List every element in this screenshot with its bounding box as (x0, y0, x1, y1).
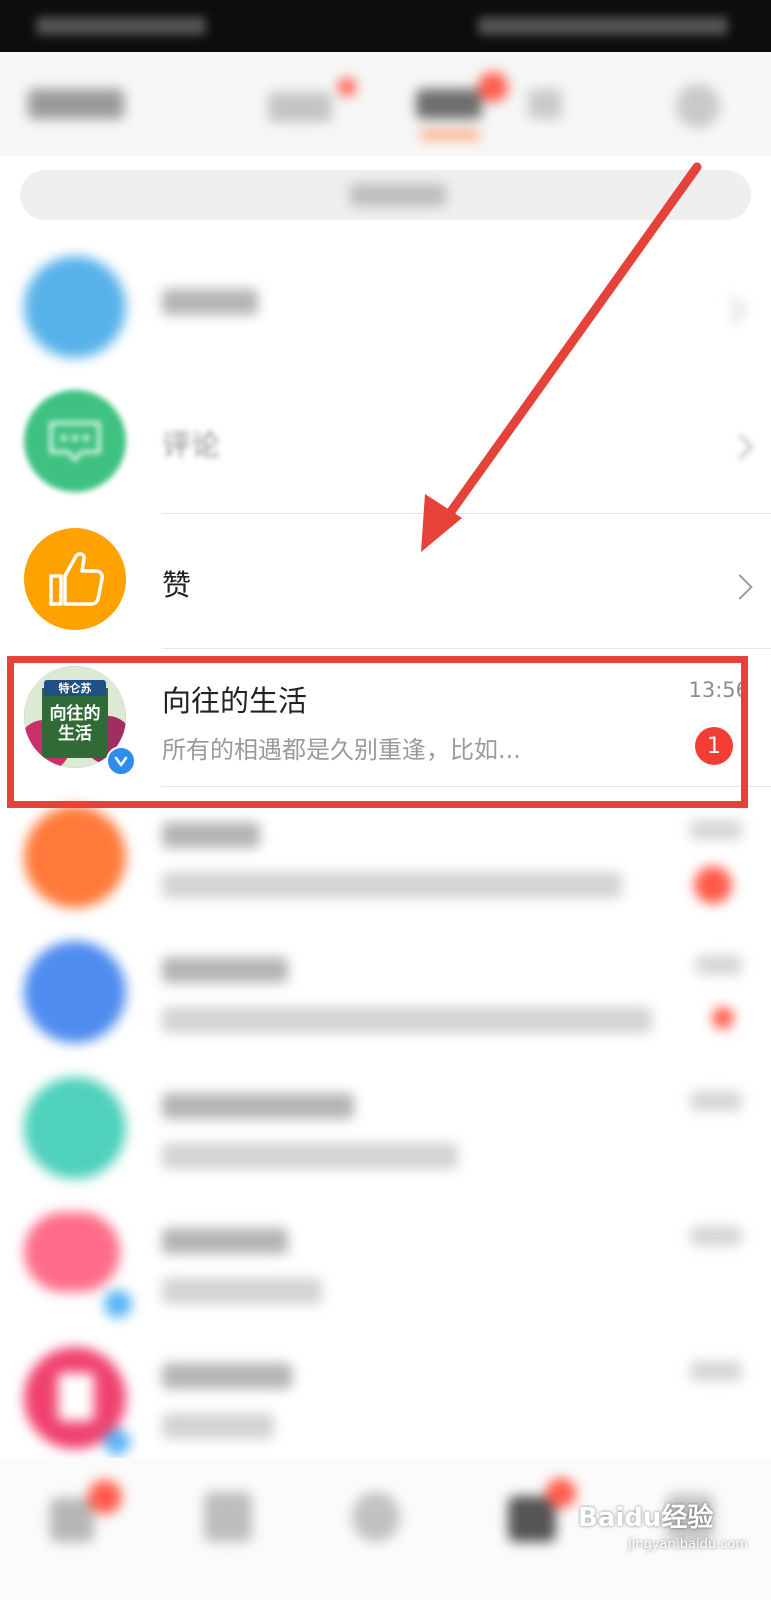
arrow-annotation (421, 162, 702, 552)
watermark-logo: Baidu经验 (578, 1503, 714, 1533)
watermark-url: jingyan.baidu.com (628, 1537, 748, 1552)
